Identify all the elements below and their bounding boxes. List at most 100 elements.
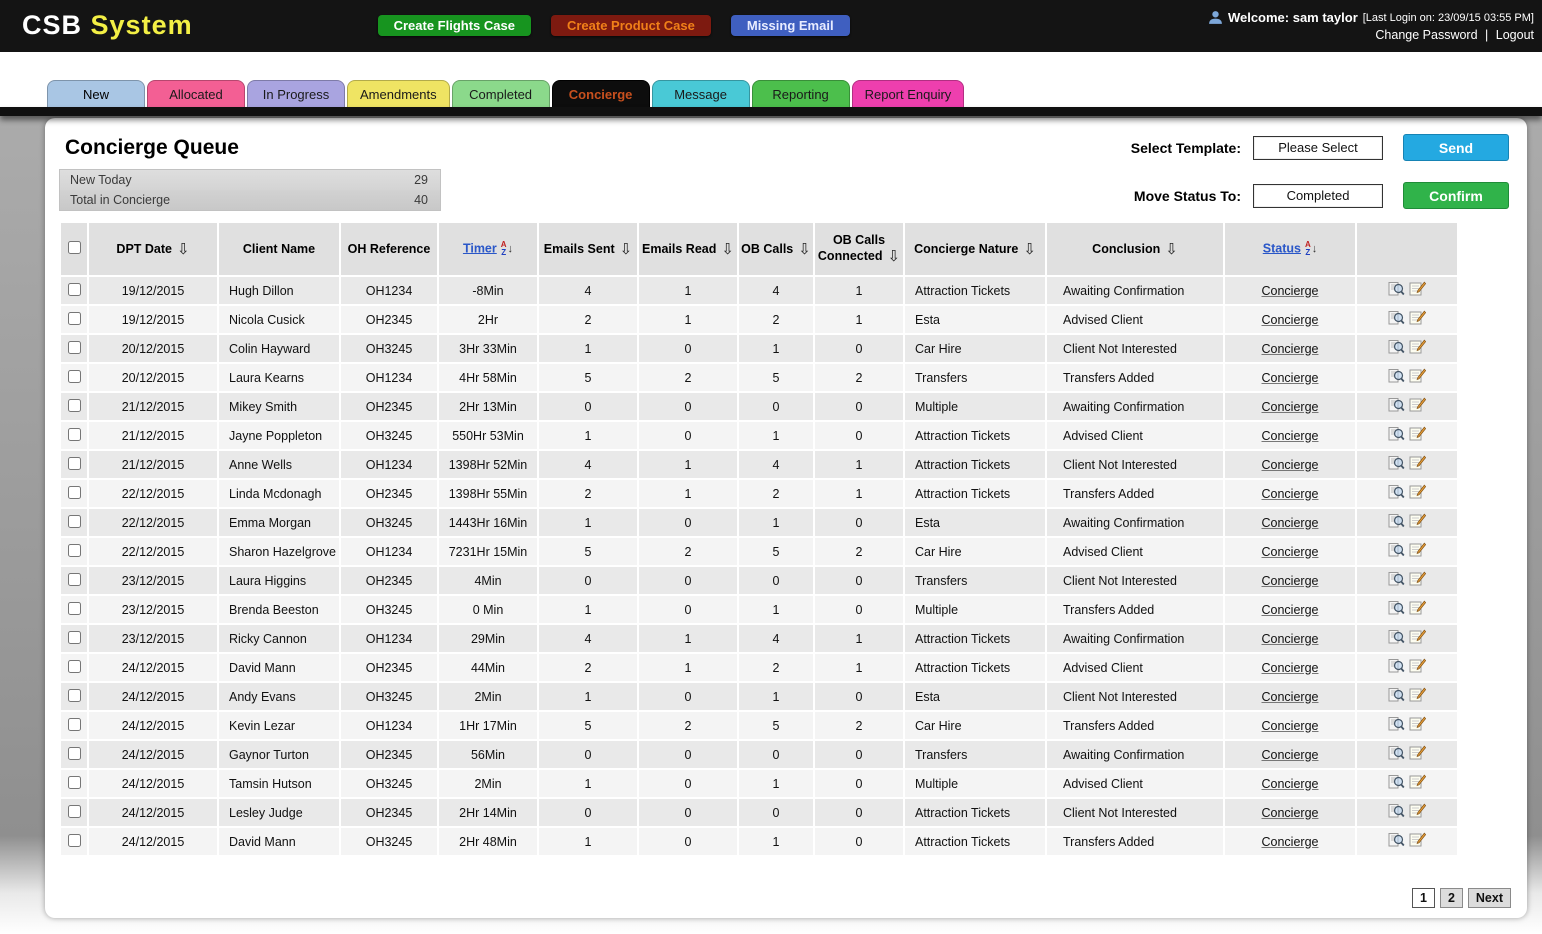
row-checkbox[interactable] (67, 717, 81, 731)
row-checkbox[interactable] (67, 804, 81, 818)
view-details-icon[interactable] (1388, 281, 1405, 297)
view-details-icon[interactable] (1388, 716, 1405, 732)
edit-note-icon[interactable] (1409, 281, 1426, 297)
status-link[interactable]: Concierge (1262, 516, 1319, 530)
edit-note-icon[interactable] (1409, 368, 1426, 384)
page-2-button[interactable]: 2 (1439, 888, 1463, 908)
edit-note-icon[interactable] (1409, 310, 1426, 326)
view-details-icon[interactable] (1388, 513, 1405, 529)
status-link[interactable]: Concierge (1262, 835, 1319, 849)
edit-note-icon[interactable] (1409, 571, 1426, 587)
edit-note-icon[interactable] (1409, 629, 1426, 645)
status-link[interactable]: Concierge (1262, 342, 1319, 356)
status-link[interactable]: Concierge (1262, 806, 1319, 820)
view-details-icon[interactable] (1388, 803, 1405, 819)
edit-note-icon[interactable] (1409, 745, 1426, 761)
edit-note-icon[interactable] (1409, 513, 1426, 529)
view-details-icon[interactable] (1388, 687, 1405, 703)
create-flights-case-button[interactable]: Create Flights Case (377, 14, 531, 36)
col-status-label[interactable]: Status (1263, 241, 1301, 255)
missing-email-button[interactable]: Missing Email (730, 14, 850, 36)
status-link[interactable]: Concierge (1262, 603, 1319, 617)
row-checkbox[interactable] (67, 775, 81, 789)
tab-message[interactable]: Message (651, 80, 750, 107)
tab-report-enquiry[interactable]: Report Enquiry (851, 80, 965, 107)
status-link[interactable]: Concierge (1262, 748, 1319, 762)
view-details-icon[interactable] (1388, 571, 1405, 587)
row-checkbox[interactable] (67, 369, 81, 383)
tab-new[interactable]: New (47, 80, 145, 107)
row-checkbox[interactable] (67, 543, 81, 557)
tab-concierge[interactable]: Concierge (551, 80, 650, 107)
col-dpt-date[interactable]: DPT Date ⇩ (89, 223, 217, 275)
view-details-icon[interactable] (1388, 368, 1405, 384)
status-link[interactable]: Concierge (1262, 777, 1319, 791)
next-page-button[interactable]: Next (1467, 888, 1511, 908)
tab-amendments[interactable]: Amendments (347, 80, 450, 107)
status-link[interactable]: Concierge (1262, 487, 1319, 501)
tab-completed[interactable]: Completed (451, 80, 550, 107)
col-ob-calls-connected[interactable]: OB Calls Connected ⇩ (815, 223, 903, 275)
view-details-icon[interactable] (1388, 484, 1405, 500)
view-details-icon[interactable] (1388, 310, 1405, 326)
edit-note-icon[interactable] (1409, 426, 1426, 442)
view-details-icon[interactable] (1388, 658, 1405, 674)
col-emails-read[interactable]: Emails Read ⇩ (639, 223, 737, 275)
tab-in-progress[interactable]: In Progress (247, 80, 345, 107)
edit-note-icon[interactable] (1409, 455, 1426, 471)
template-select[interactable]: Please Select (1253, 135, 1383, 160)
edit-note-icon[interactable] (1409, 658, 1426, 674)
col-oh-reference[interactable]: OH Reference (341, 223, 437, 275)
edit-note-icon[interactable] (1409, 687, 1426, 703)
row-checkbox[interactable] (67, 688, 81, 702)
row-checkbox[interactable] (67, 659, 81, 673)
col-status[interactable]: Status A Z ↓ (1225, 223, 1355, 275)
col-ob-calls[interactable]: OB Calls ⇩ (739, 223, 813, 275)
status-link[interactable]: Concierge (1262, 313, 1319, 327)
status-link[interactable]: Concierge (1262, 458, 1319, 472)
status-link[interactable]: Concierge (1262, 371, 1319, 385)
logout-link[interactable]: Logout (1496, 28, 1534, 42)
col-timer[interactable]: Timer A Z ↓ (439, 223, 537, 275)
view-details-icon[interactable] (1388, 426, 1405, 442)
edit-note-icon[interactable] (1409, 716, 1426, 732)
col-emails-sent[interactable]: Emails Sent ⇩ (539, 223, 637, 275)
create-product-case-button[interactable]: Create Product Case (550, 14, 711, 36)
status-link[interactable]: Concierge (1262, 574, 1319, 588)
status-select[interactable]: Completed (1253, 183, 1383, 208)
row-checkbox[interactable] (67, 833, 81, 847)
view-details-icon[interactable] (1388, 542, 1405, 558)
row-checkbox[interactable] (67, 572, 81, 586)
view-details-icon[interactable] (1388, 832, 1405, 848)
confirm-button[interactable]: Confirm (1403, 182, 1509, 209)
send-button[interactable]: Send (1403, 134, 1509, 161)
row-checkbox[interactable] (67, 514, 81, 528)
edit-note-icon[interactable] (1409, 397, 1426, 413)
view-details-icon[interactable] (1388, 745, 1405, 761)
row-checkbox[interactable] (67, 746, 81, 760)
select-all-checkbox[interactable] (67, 241, 81, 254)
row-checkbox[interactable] (67, 630, 81, 644)
view-details-icon[interactable] (1388, 600, 1405, 616)
tab-allocated[interactable]: Allocated (147, 80, 245, 107)
row-checkbox[interactable] (67, 427, 81, 441)
edit-note-icon[interactable] (1409, 774, 1426, 790)
status-link[interactable]: Concierge (1262, 400, 1319, 414)
col-concierge-nature[interactable]: Concierge Nature ⇩ (905, 223, 1045, 275)
view-details-icon[interactable] (1388, 629, 1405, 645)
row-checkbox[interactable] (67, 398, 81, 412)
page-1-button[interactable]: 1 (1412, 888, 1435, 908)
status-link[interactable]: Concierge (1262, 632, 1319, 646)
change-password-link[interactable]: Change Password (1375, 28, 1477, 42)
view-details-icon[interactable] (1388, 455, 1405, 471)
status-link[interactable]: Concierge (1262, 545, 1319, 559)
col-timer-label[interactable]: Timer (463, 241, 497, 255)
edit-note-icon[interactable] (1409, 600, 1426, 616)
row-checkbox[interactable] (67, 340, 81, 354)
view-details-icon[interactable] (1388, 774, 1405, 790)
status-link[interactable]: Concierge (1262, 284, 1319, 298)
row-checkbox[interactable] (67, 601, 81, 615)
edit-note-icon[interactable] (1409, 803, 1426, 819)
edit-note-icon[interactable] (1409, 339, 1426, 355)
status-link[interactable]: Concierge (1262, 429, 1319, 443)
